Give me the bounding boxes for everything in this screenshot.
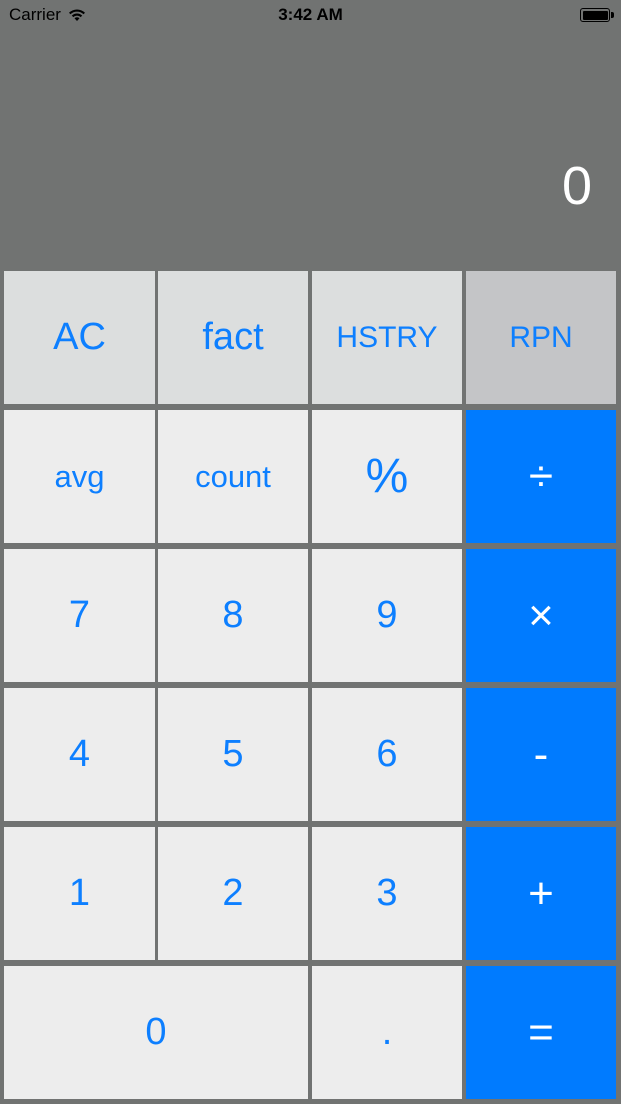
history-button[interactable]: HSTRY (312, 271, 462, 404)
battery-icon (580, 8, 614, 22)
digit-3-button[interactable]: 3 (312, 827, 462, 960)
digit-2-button[interactable]: 2 (158, 827, 308, 960)
divide-button[interactable]: ÷ (466, 410, 616, 543)
count-button[interactable]: count (158, 410, 308, 543)
digit-8-button[interactable]: 8 (158, 549, 308, 682)
clock: 3:42 AM (278, 5, 343, 24)
rpn-button[interactable]: RPN (466, 271, 616, 404)
digit-4-button[interactable]: 4 (4, 688, 155, 821)
avg-button[interactable]: avg (4, 410, 155, 543)
digit-0-button[interactable]: 0 (4, 966, 308, 1099)
keypad: AC fact HSTRY RPN avg count % ÷ 7 8 9 × … (0, 269, 621, 1104)
fact-button[interactable]: fact (158, 271, 308, 404)
digit-7-button[interactable]: 7 (4, 549, 155, 682)
digit-9-button[interactable]: 9 (312, 549, 462, 682)
digit-6-button[interactable]: 6 (312, 688, 462, 821)
plus-button[interactable]: + (466, 827, 616, 960)
digit-1-button[interactable]: 1 (4, 827, 155, 960)
equals-button[interactable]: = (466, 966, 616, 1099)
percent-button[interactable]: % (312, 410, 462, 543)
decimal-button[interactable]: . (312, 966, 462, 1099)
multiply-button[interactable]: × (466, 549, 616, 682)
result-display: 0 (561, 156, 592, 216)
minus-button[interactable]: - (466, 688, 616, 821)
ac-button[interactable]: AC (4, 271, 155, 404)
digit-5-button[interactable]: 5 (158, 688, 308, 821)
status-bar: Carrier 3:42 AM (0, 0, 621, 32)
